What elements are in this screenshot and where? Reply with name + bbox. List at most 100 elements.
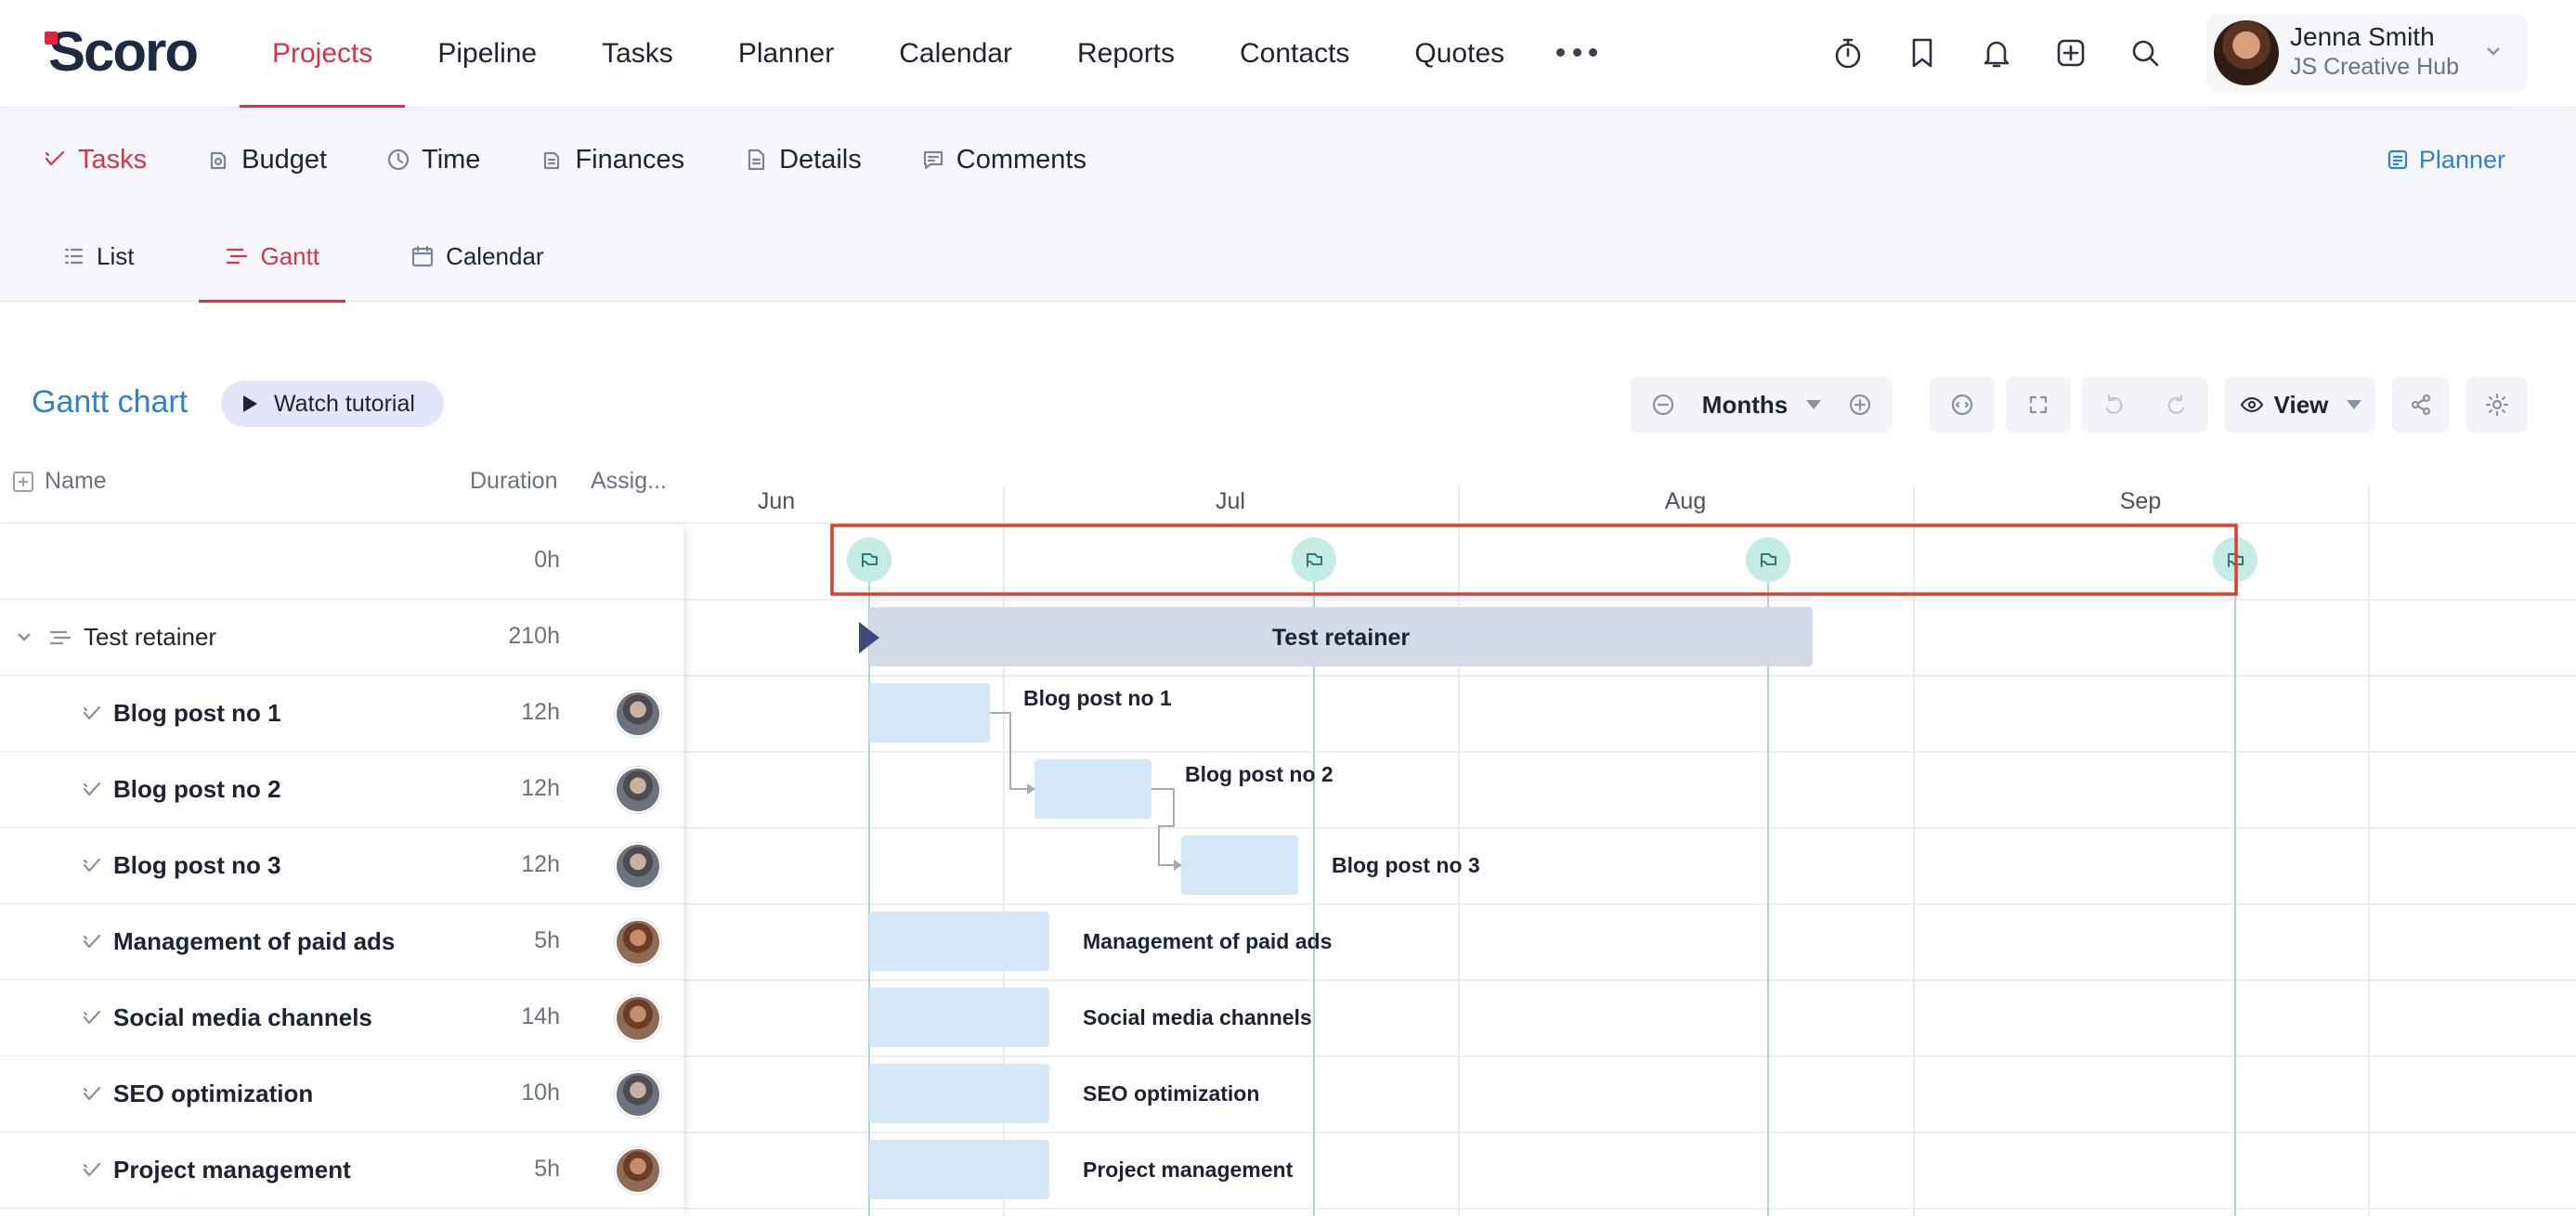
task-duration: 5h [534,927,560,953]
task-check-icon [82,856,102,876]
search-icon[interactable] [2108,30,2182,76]
view-tab-label: List [97,241,135,270]
view-dropdown[interactable]: View [2225,377,2375,433]
nav-item-reports[interactable]: Reports [1045,0,1207,108]
planner-link[interactable]: Planner [2386,109,2505,211]
view-tab-list[interactable]: List [37,211,160,302]
assignee-avatar[interactable] [615,1147,661,1194]
nav-item-planner[interactable]: Planner [706,0,866,108]
view-tab-calendar[interactable]: Calendar [384,211,570,302]
task-row[interactable]: Blog post no 1 12h [0,676,683,752]
task-row[interactable]: Blog post no 3 12h [0,828,683,904]
task-check-icon [82,704,102,724]
timer-icon[interactable] [1811,30,1885,76]
task-duration: 12h [521,775,560,801]
bookmark-icon[interactable] [1885,30,1959,76]
top-navigation: Scoro Projects Pipeline Tasks Planner Calend… [0,0,2576,108]
tab-finances[interactable]: Finances [540,109,684,211]
milestone-markers [847,537,2257,582]
tab-comments[interactable]: Comments [921,109,1086,211]
task-name: Blog post no 3 [113,851,281,879]
highlight-box [830,524,2238,596]
undo-icon[interactable] [2082,377,2145,433]
task-name: Blog post no 1 [113,699,281,727]
tab-details[interactable]: Details [744,109,862,211]
task-bar-label: Blog post no 1 [1023,686,1172,710]
milestone-icon[interactable] [1292,537,1336,582]
milestone-icon[interactable] [1746,537,1790,582]
gantt-timeline: Test retainer Blog post no 1 Blog post n… [683,449,2576,1216]
gantt-icon [227,248,248,265]
assignee-avatar[interactable] [615,767,661,813]
zoom-in-icon[interactable] [1828,377,1893,433]
dependency-link[interactable] [1151,788,1175,866]
watch-tutorial-button[interactable]: Watch tutorial [221,381,444,427]
task-row[interactable]: Blog post no 2 12h [0,752,683,828]
milestone-icon[interactable] [847,537,891,582]
redo-icon[interactable] [2145,377,2208,433]
task-row[interactable]: SEO optimization 10h [0,1056,683,1132]
tab-budget[interactable]: Budget [206,109,327,211]
nav-item-projects[interactable]: Projects [240,0,406,108]
tab-label: Finances [575,144,685,175]
tab-tasks[interactable]: Tasks [43,109,147,211]
fit-to-screen-icon[interactable] [1930,377,1995,433]
task-duration: 210h [508,623,560,649]
assignee-avatar[interactable] [615,995,661,1041]
task-bar[interactable] [869,683,990,743]
budget-icon [211,151,227,170]
add-column-icon[interactable] [13,472,33,492]
planner-link-label: Planner [2418,145,2505,174]
more-menu-icon[interactable] [1556,35,1597,69]
task-row[interactable]: Management of paid ads 5h [0,904,683,980]
task-bar-label: Blog post no 3 [1332,853,1480,877]
assignee-avatar[interactable] [615,691,661,737]
settings-gear-icon[interactable] [2466,377,2528,433]
assignee-avatar[interactable] [615,843,661,889]
dependency-arrow-icon [1027,783,1035,795]
task-bar[interactable] [1034,759,1151,819]
project-tabs-bar: Tasks Budget Time Finances Details Comme… [0,109,2576,211]
column-header-duration[interactable]: Duration [470,468,558,495]
task-bar[interactable] [1181,835,1298,895]
tab-time[interactable]: Time [386,109,480,211]
task-grid: 0h Test retainer 210h Blog post no 1 12h… [0,524,683,1216]
assignee-avatar[interactable] [615,1071,661,1118]
project-icon [48,626,72,650]
task-name: Project management [113,1156,351,1184]
task-check-icon [82,780,102,800]
tab-label: Comments [956,144,1086,175]
share-icon[interactable] [2392,377,2450,433]
task-row[interactable]: Social media channels 14h [0,980,683,1056]
dependency-link[interactable] [990,712,1027,790]
task-bar[interactable] [869,1064,1049,1123]
project-row[interactable]: Test retainer 210h [0,600,683,676]
task-row[interactable]: Project management 5h [0,1132,683,1209]
collapse-chevron-icon[interactable] [15,627,33,646]
zoom-out-icon[interactable] [1631,377,1696,433]
scoro-logo[interactable]: Scoro [45,24,199,80]
task-bar[interactable] [869,1140,1049,1199]
user-menu[interactable]: Jenna Smith JS Creative Hub [2206,13,2528,93]
task-bar[interactable] [869,912,1049,971]
add-icon[interactable] [2034,30,2108,76]
milestone-row[interactable]: 0h [0,524,683,600]
task-check-icon [82,1160,102,1181]
task-bar[interactable] [869,988,1049,1047]
fullscreen-icon[interactable] [2006,377,2071,433]
nav-item-pipeline[interactable]: Pipeline [405,0,569,108]
bell-icon[interactable] [1959,30,2034,76]
play-icon [243,395,257,412]
task-check-icon [82,932,102,952]
view-tab-gantt[interactable]: Gantt [199,211,345,303]
nav-item-tasks[interactable]: Tasks [569,0,706,108]
view-tabs-bar: List Gantt Calendar [0,211,2576,303]
nav-item-calendar[interactable]: Calendar [866,0,1045,108]
nav-item-quotes[interactable]: Quotes [1382,0,1537,108]
nav-item-contacts[interactable]: Contacts [1207,0,1382,108]
column-header-name[interactable]: Name [45,468,107,495]
view-tab-label: Gantt [260,241,320,270]
assignee-avatar[interactable] [615,919,661,965]
scale-dropdown[interactable]: Months [1696,377,1828,433]
column-header-assignee[interactable]: Assig... [591,468,667,495]
